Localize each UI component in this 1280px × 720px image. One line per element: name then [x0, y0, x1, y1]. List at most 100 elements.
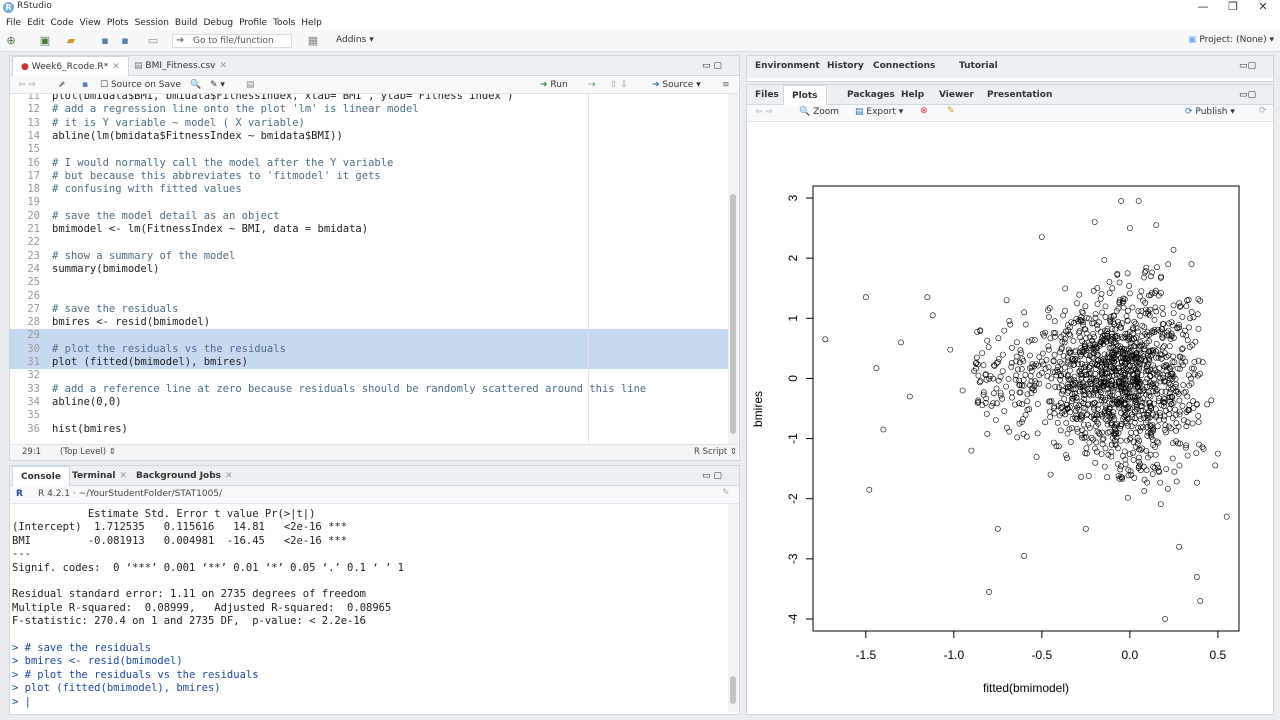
wand-icon[interactable]: ✎ ▾	[210, 78, 225, 92]
code-line[interactable]: 28 bmires <- resid(bmimodel)	[10, 316, 728, 329]
compile-report-icon[interactable]: ▤	[246, 78, 255, 92]
code-line[interactable]: 35	[10, 409, 728, 422]
code-line[interactable]: 34 abline(0,0)	[10, 396, 728, 409]
code-line[interactable]: 30 # plot the residuals vs the residuals	[10, 342, 728, 356]
code-line[interactable]: 18 # confusing with fitted values	[10, 183, 728, 196]
addins-dropdown[interactable]: Addins ▾	[336, 35, 374, 45]
code-line[interactable]: 26	[10, 290, 728, 303]
scrollbar-thumb[interactable]	[730, 676, 736, 704]
scatter-point	[1184, 393, 1191, 400]
tab-presentation[interactable]: Presentation	[979, 85, 1060, 105]
close-window-button[interactable]: ✕	[1248, 0, 1278, 15]
minimize-pane-icon[interactable]: ▭▢	[1239, 85, 1256, 105]
menu-plots[interactable]: Plots	[104, 16, 132, 31]
project-menu[interactable]: ▣ Project: (None) ▾	[1188, 35, 1274, 45]
source-on-save-checkbox[interactable]: ☐ Source on Save	[100, 78, 181, 92]
menu-edit[interactable]: Edit	[24, 16, 47, 31]
scrollbar-thumb[interactable]	[730, 194, 736, 434]
search-icon[interactable]: 🔍	[190, 78, 201, 92]
scope-indicator[interactable]: (Top Level) ⇕	[60, 447, 116, 457]
restore-pane-icon[interactable]: ▭▢	[1239, 56, 1256, 76]
rerun-icon[interactable]: ⇢	[588, 78, 596, 92]
menu-session[interactable]: Session	[132, 16, 172, 31]
editor-scrollbar[interactable]	[728, 94, 738, 444]
code-line[interactable]: 27 # save the residuals	[10, 303, 728, 316]
publish-button[interactable]: ⟳ Publish ▾	[1185, 107, 1235, 117]
tab-tutorial[interactable]: Tutorial	[951, 56, 1006, 76]
menu-tools[interactable]: Tools	[270, 16, 298, 31]
code-line[interactable]: 16 # I would normally call the model afte…	[10, 157, 728, 170]
outline-icon[interactable]: ≡	[722, 78, 730, 92]
tab-history[interactable]: History	[819, 56, 872, 76]
new-file-icon[interactable]: ⊕	[4, 34, 18, 48]
clear-plots-icon[interactable]: ✎	[947, 106, 955, 116]
code-line[interactable]: 33 # add a reference line at zero because…	[10, 383, 728, 396]
code-line[interactable]: 36 hist(bmires)	[10, 423, 728, 436]
new-project-icon[interactable]: ▣	[38, 34, 52, 48]
code-editor[interactable]: 11 plot(bmidata$BMI, bmidata$FitnessIndex…	[10, 94, 728, 444]
code-line[interactable]: 25	[10, 276, 728, 289]
minimize-button[interactable]: —	[1188, 0, 1218, 15]
save-icon[interactable]: ▪	[82, 78, 88, 92]
console-output[interactable]: Estimate Std. Error t value Pr(>|t|) (In…	[10, 504, 728, 712]
menu-view[interactable]: View	[77, 16, 104, 31]
code-line[interactable]: 17 # but because this abbreviates to 'fit…	[10, 170, 728, 183]
code-line[interactable]: 22	[10, 236, 728, 249]
tab-plots[interactable]: Plots	[783, 85, 827, 105]
tab-week6-rcode[interactable]: ● Week6_Rcode.R* ✕	[12, 56, 129, 76]
menu-profile[interactable]: Profile	[236, 16, 270, 31]
file-type[interactable]: R Script ⇕	[694, 447, 737, 457]
code-line[interactable]: 11 plot(bmidata$BMI, bmidata$FitnessIndex…	[10, 94, 728, 103]
export-button[interactable]: ▤ Export ▾	[855, 107, 903, 117]
back-arrow-icon[interactable]: ⇦ ⇨	[18, 78, 36, 92]
clear-console-icon[interactable]: ✎	[722, 488, 730, 498]
scatter-point	[1091, 219, 1098, 225]
workspace-panes-icon[interactable]: ▦	[306, 34, 320, 48]
previous-plot-icon[interactable]: ⇦ ⇨	[755, 107, 773, 117]
code-line[interactable]: 13 # it is Y variable ~ model ( X variabl…	[10, 117, 728, 130]
tab-bmi-fitness[interactable]: ▤ BMI_Fitness.csv ✕	[126, 56, 235, 76]
code-line[interactable]: 32	[10, 369, 728, 382]
code-line[interactable]: 29	[10, 329, 728, 343]
code-line[interactable]: 15	[10, 143, 728, 156]
tab-environment[interactable]: Environment	[747, 56, 828, 76]
print-icon[interactable]: ▭	[146, 34, 160, 48]
code-line[interactable]: 14 abline(lm(bmidata$FitnessIndex ~ bmida…	[10, 130, 728, 143]
go-up-icon[interactable]: ⇧ ⇩	[610, 78, 628, 92]
tab-viewer[interactable]: Viewer	[931, 85, 982, 105]
maximize-button[interactable]: ❐	[1218, 0, 1248, 15]
working-directory[interactable]: R 4.2.1 · ~/YourStudentFolder/STAT1005/	[38, 489, 222, 499]
code-line[interactable]: 20 # save the model detail as an object	[10, 210, 728, 223]
show-in-window-icon[interactable]: ⬈	[58, 78, 66, 92]
code-line[interactable]: 12 # add a regression line onto the plot …	[10, 103, 728, 116]
tab-background-jobs[interactable]: Background Jobs ✕	[128, 466, 241, 486]
menu-code[interactable]: Code	[48, 16, 77, 31]
go-to-file-input[interactable]: ➜ Go to file/function	[172, 34, 292, 48]
zoom-button[interactable]: 🔍 Zoom	[799, 107, 839, 117]
minimize-pane-icon[interactable]: ▭ ▢	[702, 56, 722, 76]
refresh-icon[interactable]: ⟳	[1259, 106, 1267, 116]
code-line[interactable]: 31 plot (fitted(bmimodel), bmires)	[10, 356, 728, 370]
tab-files[interactable]: Files	[747, 85, 787, 105]
code-line[interactable]: 21 bmimodel <- lm(FitnessIndex ~ BMI, dat…	[10, 223, 728, 236]
menu-build[interactable]: Build	[172, 16, 201, 31]
console-scrollbar[interactable]	[728, 504, 738, 712]
menu-help[interactable]: Help	[298, 16, 325, 31]
save-all-icon[interactable]: ▪	[118, 34, 132, 48]
scatter-point	[980, 362, 987, 369]
tab-connections[interactable]: Connections	[865, 56, 943, 76]
tab-help[interactable]: Help	[893, 85, 932, 105]
minimize-pane-icon[interactable]: ▭ ▢	[702, 466, 722, 486]
source-button[interactable]: ➔ Source ▾	[652, 78, 701, 92]
code-line[interactable]: 24 summary(bmimodel)	[10, 263, 728, 276]
tab-terminal[interactable]: Terminal ✕	[64, 466, 135, 486]
code-line[interactable]: 23 # show a summary of the model	[10, 250, 728, 263]
code-line[interactable]: 19	[10, 196, 728, 209]
menu-debug[interactable]: Debug	[201, 16, 237, 31]
tab-console[interactable]: Console	[12, 466, 70, 486]
save-icon[interactable]: ▪	[98, 34, 112, 48]
remove-plot-icon[interactable]: ⊗	[920, 106, 928, 116]
open-file-icon[interactable]: ▰	[64, 34, 78, 48]
run-button[interactable]: ➔ Run	[540, 78, 568, 92]
menu-file[interactable]: File	[3, 16, 24, 31]
